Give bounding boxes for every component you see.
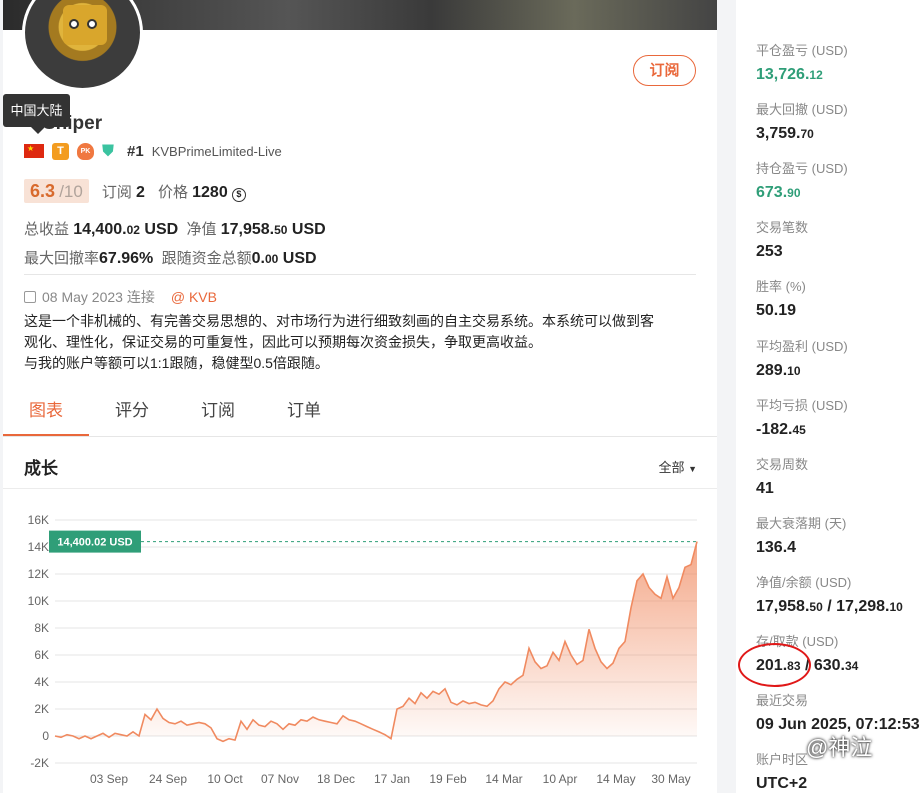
metric-value: 289.10 — [756, 361, 801, 379]
x-tick-label: 19 Feb — [429, 772, 467, 786]
metric-value: 673.90 — [756, 184, 801, 202]
metric-item: 平仓盈亏 (USD) 13,726.12 — [756, 43, 848, 83]
profile-panel: 订阅 中国大陆 Sniper T PK ⛊ #1 KVBPrimeLimited… — [3, 0, 717, 793]
tab-subscription[interactable]: 订阅 — [175, 392, 261, 436]
subscribe-button[interactable]: 订阅 — [633, 55, 696, 86]
chart-header: 成长 全部 ▼ — [3, 437, 717, 489]
x-tick-label: 14 Mar — [485, 772, 522, 786]
price-value: 1280 — [192, 183, 228, 201]
subs-value: 2 — [136, 183, 145, 201]
tab-orders[interactable]: 订单 — [261, 392, 347, 436]
metric-label: 交易周数 — [756, 456, 809, 472]
metric-value: 50.19 — [756, 302, 797, 320]
metric-label: 胜率 — [756, 279, 783, 295]
y-tick-label: -2K — [30, 756, 49, 770]
metric-item: 最大衰落期 (天) 136.4 — [756, 515, 847, 556]
metric-item: 交易笔数 253 — [756, 217, 808, 261]
metric-value: 17,958.50 / 17,298.10 — [756, 597, 903, 615]
metric-value: 13,726.12 — [756, 66, 823, 83]
tab-rating[interactable]: 评分 — [89, 392, 175, 436]
metric-label: 最近交易 — [756, 693, 809, 709]
metric-item: 持仓盈亏 (USD) 673.90 — [756, 161, 848, 202]
tab-chart[interactable]: 图表 — [3, 392, 89, 436]
tab-bar: 图表 评分 订阅 订单 — [3, 392, 717, 437]
score-badge: 6.3 /10 — [24, 179, 89, 203]
description: 这是一个非机械的、有完善交易思想的、对市场行为进行细致刻画的自主交易系统。本系统… — [24, 313, 654, 371]
metric-label: 净值/余额 — [756, 574, 812, 590]
connect-date: 08 May 2023 连接 @ KVB — [24, 287, 217, 307]
metrics-panel: 平仓盈亏 (USD) 13,726.12 最大回撤 (USD) 3,759.70 持仓盈… — [736, 0, 921, 793]
metric-item: 平均盈利 (USD) 289.10 — [756, 338, 848, 379]
rating-row: 6.3 /10 订阅 2 价格 1280 $ — [24, 179, 246, 203]
caret-down-icon: ▼ — [688, 464, 697, 474]
x-tick-label: 10 Apr — [543, 772, 578, 786]
y-tick-label: 6K — [34, 648, 49, 662]
y-tick-label: 0 — [42, 729, 49, 743]
y-tick-label: 2K — [34, 702, 49, 716]
metric-item: 最近交易 09 Jun 2025, 07:12:53 — [756, 690, 920, 734]
current-value-label: 14,400.02 USD — [57, 537, 132, 549]
watermark: @神泣 — [806, 735, 873, 760]
metric-value: 253 — [756, 243, 783, 261]
x-tick-label: 14 May — [596, 772, 635, 786]
metric-label: 持仓盈亏 — [756, 161, 809, 177]
metric-item: 账户时区 UTC+2 — [756, 749, 808, 793]
metric-value: 41 — [756, 479, 774, 497]
chart-title: 成长 — [24, 459, 58, 478]
y-tick-label: 4K — [34, 675, 49, 689]
metric-item: 最大回撤 (USD) 3,759.70 — [756, 102, 848, 143]
x-tick-label: 24 Sep — [149, 772, 187, 786]
calendar-icon — [24, 291, 36, 303]
metric-item: 交易周数 41 — [756, 454, 808, 498]
y-tick-label: 8K — [34, 621, 49, 635]
drawdown-row: 最大回撤率67.96% 跟随资金总额0.00 USD — [24, 250, 317, 267]
metric-value: 136.4 — [756, 538, 797, 556]
highlight-circle — [738, 643, 811, 687]
y-tick-label: 10K — [28, 594, 49, 608]
pk-badge-icon: PK — [77, 142, 94, 160]
x-tick-label: 03 Sep — [90, 772, 128, 786]
source-link[interactable]: @ KVB — [171, 289, 217, 305]
coin-icon: $ — [231, 187, 246, 202]
region-tooltip: 中国大陆 — [3, 94, 70, 134]
metric-item: 胜率 (%) 50.19 — [756, 279, 806, 320]
metric-label: 平仓盈亏 — [756, 43, 809, 58]
metric-label: 平均盈利 — [756, 338, 809, 354]
trader-badge-icon: T — [52, 142, 69, 160]
metric-label: 最大回撤 — [756, 102, 809, 118]
metric-label: 交易笔数 — [756, 220, 809, 236]
price-label: 价格 — [157, 183, 188, 201]
metric-value: UTC+2 — [756, 775, 808, 793]
badge-row: T PK ⛊ #1 KVBPrimeLimited-Live — [24, 141, 282, 161]
metric-label: 平均亏损 — [756, 397, 809, 413]
x-tick-label: 17 Jan — [374, 772, 410, 786]
y-tick-label: 12K — [28, 567, 49, 581]
verified-shield-icon: ⛊ — [102, 142, 115, 160]
y-tick-label: 14K — [28, 540, 49, 554]
divider — [24, 274, 696, 275]
rank-label: #1 — [127, 142, 144, 160]
range-dropdown[interactable]: 全部 ▼ — [658, 457, 697, 476]
x-tick-label: 10 Oct — [207, 772, 243, 786]
metric-item: 净值/余额 (USD) 17,958.50 / 17,298.10 — [756, 574, 903, 615]
growth-chart: -2K 0 2K 4K 6K 8K 10K 12K 14K 16K 14,400.02 USD 03 … — [28, 513, 698, 786]
x-tick-label: 07 Nov — [261, 772, 299, 786]
broker-label[interactable]: KVBPrimeLimited-Live — [152, 144, 282, 159]
profit-row: 总收益 14,400.02 USD 净值 17,958.50 USD — [24, 221, 326, 238]
x-tick-label: 18 Dec — [317, 772, 355, 786]
y-tick-label: 16K — [28, 513, 49, 527]
x-tick-label: 30 May — [651, 772, 690, 786]
metric-item: 平均亏损 (USD) -182.45 — [756, 397, 848, 438]
metric-label: 账户时区 — [756, 752, 809, 768]
series-area — [55, 541, 697, 742]
avatar[interactable] — [22, 0, 143, 91]
metric-value: -182.45 — [756, 420, 806, 438]
metric-value: 3,759.70 — [756, 125, 814, 143]
subs-label: 订阅 — [101, 183, 132, 201]
china-flag-icon — [24, 144, 44, 158]
metric-label: 最大衰落期 — [756, 515, 822, 531]
